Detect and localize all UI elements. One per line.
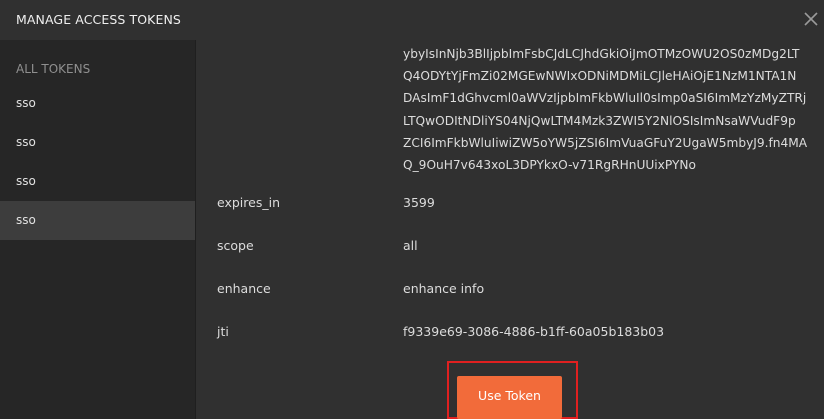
sidebar-item-label: sso xyxy=(16,213,36,227)
all-tokens-heading: ALL TOKENS xyxy=(16,62,91,76)
field-row-scope: scope all xyxy=(196,235,824,257)
use-token-button[interactable]: Use Token xyxy=(457,376,562,419)
access-token-line: ZCI6ImFkbWluIiwiZW5oYW5jZSI6ImVuaGFuY2Ug… xyxy=(403,135,808,150)
access-token-line: DAsImF1dGhvcml0aWVzIjpbImFkbWluIl0sImp0a… xyxy=(403,91,807,106)
sidebar-item-token-2[interactable]: sso xyxy=(0,123,195,162)
access-token-line: Q_9OuH7v643xoL3DPYkxO-v71RgRHnUUixPYNo xyxy=(403,158,696,173)
access-token-line: Q4ODYtYjFmZi02MGEwNWIxODNiMDMiLCJleHAiOj… xyxy=(403,69,797,84)
sidebar-item-token-4-selected[interactable]: sso xyxy=(0,201,195,240)
access-token-line: LTQwODItNDliYS04NjQwLTM4Mzk3ZWI5Y2NlOSIs… xyxy=(403,113,796,128)
field-key: enhance xyxy=(217,281,271,296)
access-token-value: ybyIsInNjb3BlIjpbImFsbCJdLCJhdGkiOiJmOTM… xyxy=(403,43,811,176)
sidebar-item-label: sso xyxy=(16,135,36,149)
sidebar-item-label: sso xyxy=(16,96,36,110)
access-token-line: ybyIsInNjb3BlIjpbImFsbCJdLCJhdGkiOiJmOTM… xyxy=(403,47,800,61)
field-row-expires-in: expires_in 3599 xyxy=(196,192,824,214)
field-row-jti: jti f9339e69-3086-4886-b1ff-60a05b183b03 xyxy=(196,321,824,343)
manage-access-tokens-modal: MANAGE ACCESS TOKENS ALL TOKENS sso sso … xyxy=(0,0,824,419)
modal-header: MANAGE ACCESS TOKENS xyxy=(0,0,824,40)
field-value: f9339e69-3086-4886-b1ff-60a05b183b03 xyxy=(403,324,665,339)
close-icon[interactable] xyxy=(802,8,820,28)
field-value: enhance info xyxy=(403,281,485,296)
field-key: scope xyxy=(217,238,254,253)
token-sidebar: ALL TOKENS sso sso sso sso xyxy=(0,40,196,419)
sidebar-item-label: sso xyxy=(16,174,36,188)
field-row-enhance: enhance enhance info xyxy=(196,278,824,300)
field-value: 3599 xyxy=(403,195,435,210)
field-key: expires_in xyxy=(217,195,280,210)
modal-title: MANAGE ACCESS TOKENS xyxy=(16,12,181,27)
sidebar-item-token-3[interactable]: sso xyxy=(0,162,195,201)
field-key: jti xyxy=(217,324,229,339)
field-value: all xyxy=(403,238,418,253)
sidebar-item-token-1[interactable]: sso xyxy=(0,84,195,123)
